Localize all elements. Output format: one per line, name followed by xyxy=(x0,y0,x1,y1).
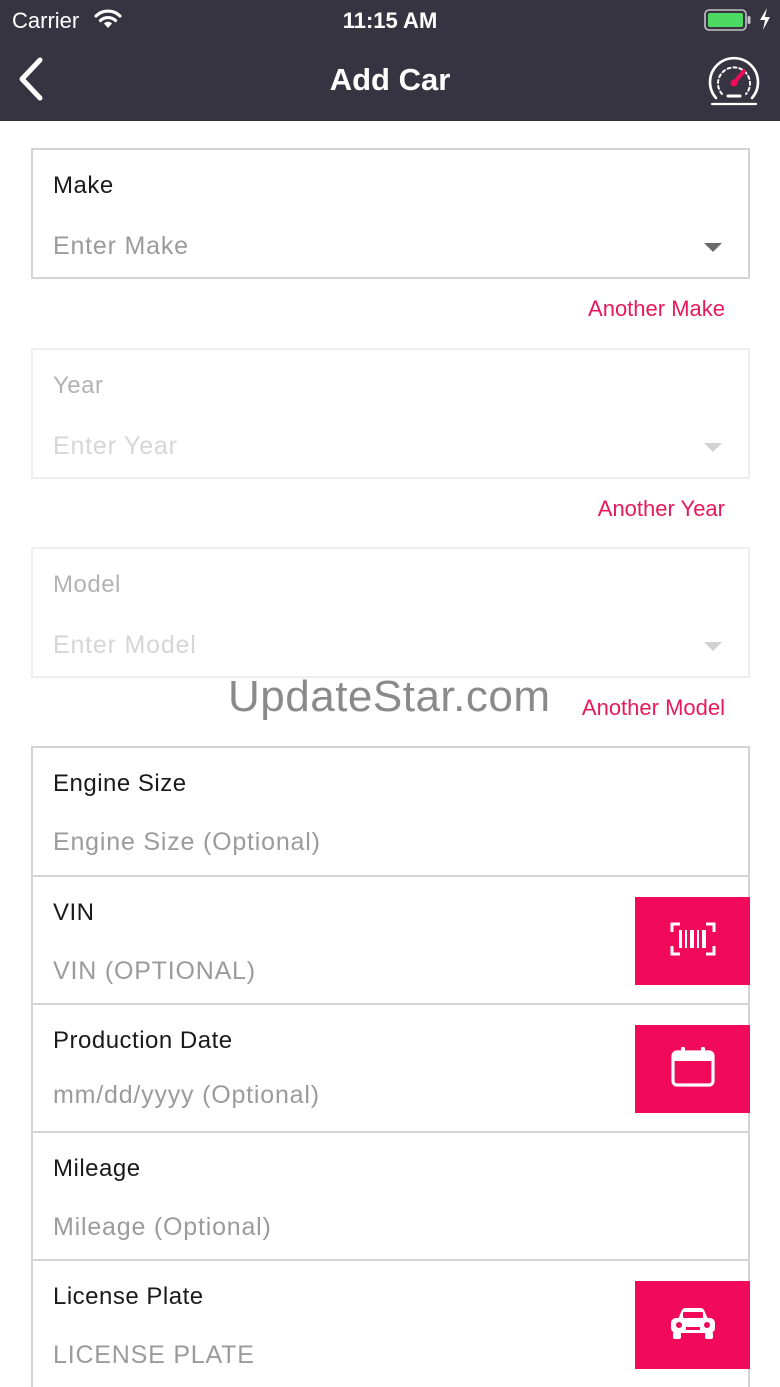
barcode-scan-icon xyxy=(670,922,716,961)
year-dropdown[interactable]: Year Enter Year xyxy=(31,348,750,479)
scan-vin-button[interactable] xyxy=(635,897,750,985)
make-placeholder: Enter Make xyxy=(53,232,189,260)
calendar-icon xyxy=(670,1046,716,1093)
another-year-link[interactable]: Another Year xyxy=(598,496,725,522)
navigation-bar: Add Car xyxy=(0,40,780,121)
watermark: UpdateStar.com xyxy=(228,672,551,721)
vin-field[interactable]: VIN VIN (OPTIONAL) xyxy=(33,877,750,1005)
vin-label: VIN xyxy=(53,899,95,926)
dropdown-caret-icon xyxy=(704,243,722,252)
optional-fields: Engine Size Engine Size (Optional) VIN V… xyxy=(31,746,750,1387)
status-time: 11:15 AM xyxy=(342,8,438,33)
speedometer-icon[interactable] xyxy=(704,52,764,110)
make-label: Make xyxy=(53,172,114,199)
vin-input[interactable]: VIN (OPTIONAL) xyxy=(53,957,256,986)
production-date-input[interactable]: mm/dd/yyyy (Optional) xyxy=(53,1081,320,1110)
mileage-label: Mileage xyxy=(53,1155,141,1182)
mileage-field[interactable]: Mileage Mileage (Optional) xyxy=(33,1133,748,1261)
dropdown-caret-icon xyxy=(704,443,722,452)
model-placeholder: Enter Model xyxy=(53,631,197,659)
license-plate-input[interactable]: LICENSE PLATE xyxy=(53,1341,255,1370)
engine-size-label: Engine Size xyxy=(53,770,187,797)
engine-size-field[interactable]: Engine Size Engine Size (Optional) xyxy=(33,748,748,877)
charging-bolt-icon xyxy=(758,7,772,36)
make-dropdown[interactable]: Make Enter Make xyxy=(31,148,750,279)
another-make-link[interactable]: Another Make xyxy=(588,296,725,322)
production-date-label: Production Date xyxy=(53,1027,233,1054)
status-bar: Carrier 11:15 AM xyxy=(0,0,780,40)
date-picker-button[interactable] xyxy=(635,1025,750,1113)
battery-icon xyxy=(704,9,752,36)
page-title: Add Car xyxy=(329,62,451,97)
license-plate-field[interactable]: License Plate LICENSE PLATE xyxy=(33,1261,750,1387)
engine-size-input[interactable]: Engine Size (Optional) xyxy=(53,828,321,857)
another-model-link[interactable]: Another Model xyxy=(582,695,725,721)
production-date-field[interactable]: Production Date mm/dd/yyyy (Optional) xyxy=(33,1005,750,1133)
dropdown-caret-icon xyxy=(704,642,722,651)
year-placeholder: Enter Year xyxy=(53,432,178,460)
mileage-input[interactable]: Mileage (Optional) xyxy=(53,1213,272,1242)
year-label: Year xyxy=(53,372,104,399)
model-dropdown[interactable]: Model Enter Model xyxy=(31,547,750,678)
license-plate-label: License Plate xyxy=(53,1283,204,1310)
license-plate-car-button[interactable] xyxy=(635,1281,750,1369)
model-label: Model xyxy=(53,571,121,598)
car-icon xyxy=(668,1305,718,1346)
